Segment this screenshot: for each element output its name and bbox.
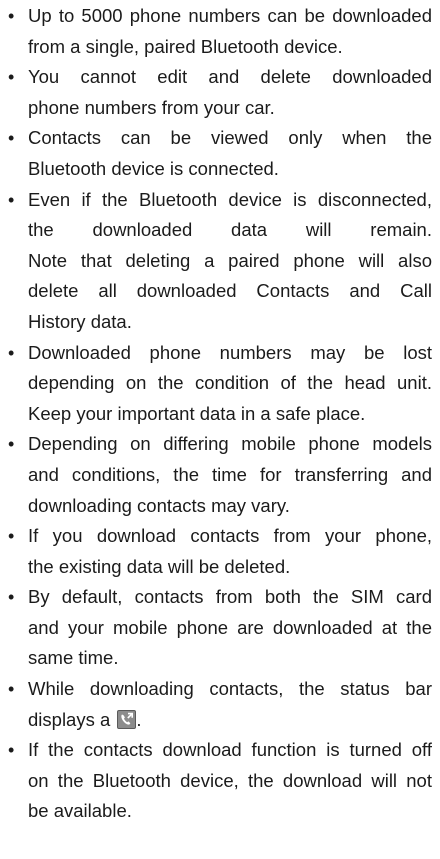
- bullet-item: • Contacts can be viewed only when the B…: [0, 123, 440, 184]
- bullet-marker: •: [8, 342, 15, 363]
- bullet-text-line: If you download contacts from your phone…: [28, 525, 432, 547]
- bullet-text-line: from a single, paired Bluetooth device.: [28, 35, 343, 57]
- bullet-marker: •: [8, 434, 15, 455]
- bullet-text-line: Depending on differing mobile phone mode…: [28, 433, 432, 455]
- bullet-item: • If the contacts download function is t…: [0, 735, 440, 827]
- bullet-text-line: be available.: [28, 800, 132, 822]
- bullet-text-line: Up to 5000 phone numbers can be download…: [28, 5, 432, 26]
- bullet-text-line: same time.: [28, 647, 119, 669]
- bullet-text-line: You cannot edit and delete downloaded: [28, 66, 432, 88]
- bullet-marker: •: [8, 679, 15, 700]
- bullet-text-line: and your mobile phone are downloaded at …: [28, 616, 432, 638]
- bullet-text-line: downloading contacts may vary.: [28, 494, 290, 516]
- bullet-item: • Downloaded phone numbers may be lost d…: [0, 338, 440, 430]
- bullet-text: displays a: [28, 708, 111, 730]
- bullet-item: • By default, contacts from both the SIM…: [0, 582, 440, 674]
- bullet-item: • You cannot edit and delete downloaded …: [0, 62, 440, 123]
- bullet-item: • If you download contacts from your pho…: [0, 521, 440, 582]
- bullet-text-line: Contacts can be viewed only when the: [28, 127, 432, 149]
- bullet-text-line: If the contacts download function is tur…: [28, 739, 432, 761]
- bullet-text-line: Even if the Bluetooth device is disconne…: [28, 188, 432, 210]
- bullet-text-line: Downloaded phone numbers may be lost: [28, 341, 432, 363]
- bullet-marker: •: [8, 740, 15, 761]
- bullet-marker: •: [8, 128, 15, 149]
- bullet-text-line: Note that deleting a paired phone will a…: [28, 249, 432, 271]
- bullet-text-suffix: .: [136, 708, 142, 730]
- bullet-text-line: History data.: [28, 310, 132, 332]
- bullet-text-line: Bluetooth device is connected.: [28, 157, 279, 179]
- bullet-text-line: phone numbers from your car.: [28, 96, 275, 118]
- bullet-text-line: Keep your important data in a safe place…: [28, 402, 366, 424]
- bullet-item: • Depending on differing mobile phone mo…: [0, 429, 440, 521]
- bullet-text-line: the downloaded data will remain.: [28, 219, 432, 241]
- bullet-text-line: depending on the condition of the head u…: [28, 372, 432, 394]
- bullet-item: • Even if the Bluetooth device is discon…: [0, 185, 440, 338]
- bullet-marker: •: [8, 526, 15, 547]
- contacts-download-icon: [117, 709, 137, 729]
- bullet-text-line-with-icon: displays a .: [28, 705, 432, 736]
- bullet-marker: •: [8, 6, 15, 26]
- bullet-text-line: and conditions, the time for transferrin…: [28, 463, 432, 485]
- bullet-text-line: on the Bluetooth device, the download wi…: [28, 769, 432, 791]
- bullet-marker: •: [8, 189, 15, 210]
- bullet-text-line: By default, contacts from both the SIM c…: [28, 586, 432, 608]
- bullet-text-line: While downloading contacts, the status b…: [28, 678, 432, 700]
- bullet-marker: •: [8, 67, 15, 88]
- bullet-text-line: delete all downloaded Contacts and Call: [28, 280, 432, 302]
- bullet-marker: •: [8, 587, 15, 608]
- bullet-item: • Up to 5000 phone numbers can be downlo…: [0, 1, 440, 62]
- document-page: • Up to 5000 phone numbers can be downlo…: [0, 0, 440, 859]
- bullet-text-line: the existing data will be deleted.: [28, 555, 291, 577]
- bullet-item: • While downloading contacts, the status…: [0, 674, 440, 735]
